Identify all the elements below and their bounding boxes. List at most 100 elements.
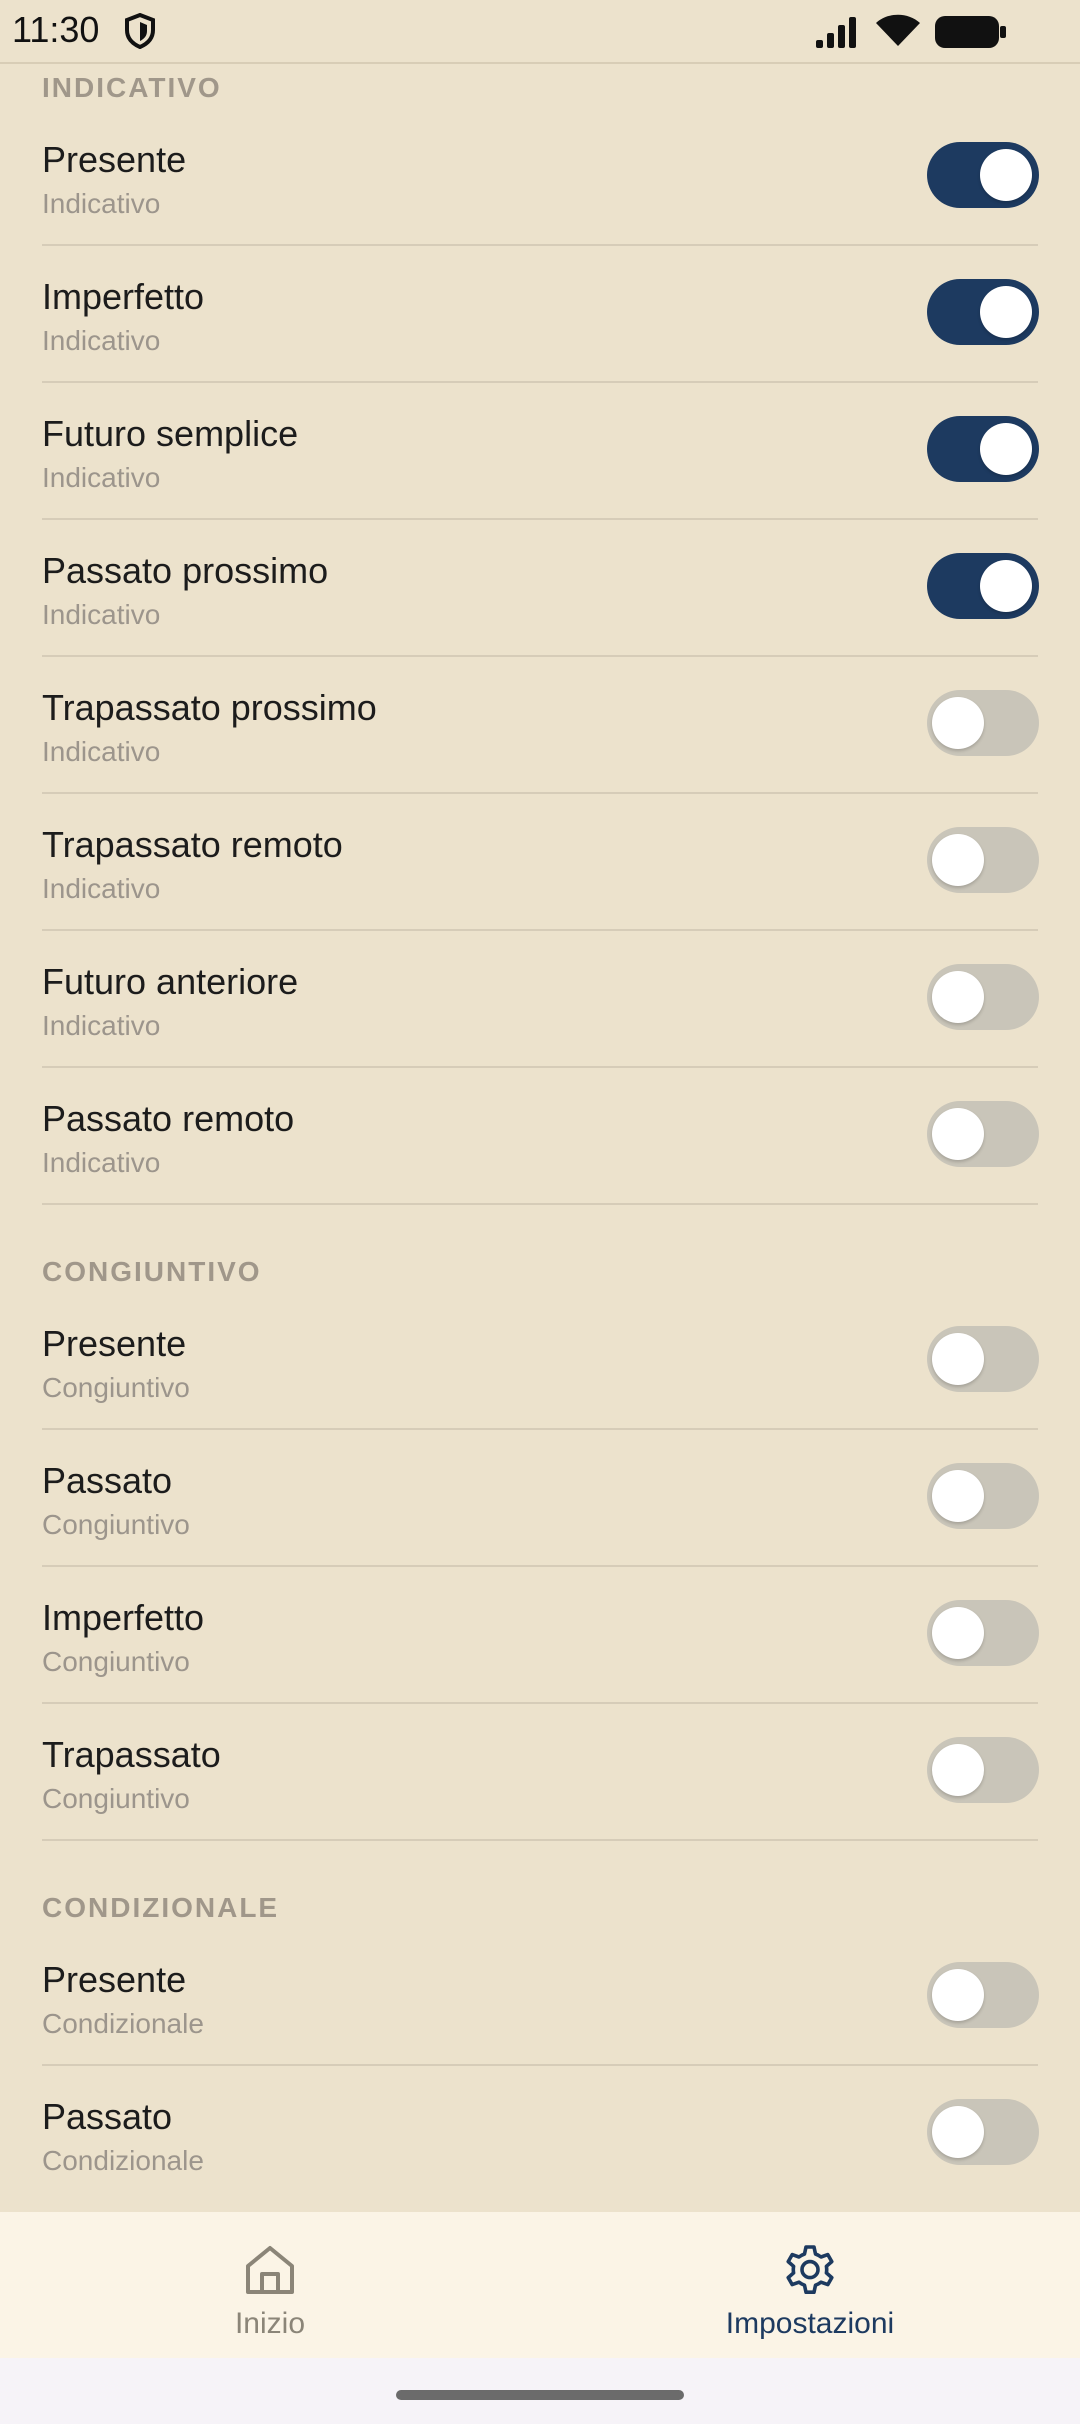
signal-icon bbox=[816, 17, 856, 48]
status-time: 11:30 bbox=[12, 9, 100, 50]
toggle-knob bbox=[932, 1607, 984, 1659]
nav-item-home[interactable]: Inizio bbox=[0, 2212, 540, 2358]
status-bar: 11:30 bbox=[0, 0, 1080, 64]
divider bbox=[42, 381, 1038, 383]
tense-title: Imperfetto bbox=[42, 276, 205, 317]
toggle-knob bbox=[932, 971, 984, 1023]
list-item[interactable]: Trapassato Congiuntivo bbox=[0, 1705, 1080, 1841]
list-item[interactable]: Imperfetto Indicativo bbox=[0, 247, 1080, 383]
divider bbox=[42, 655, 1038, 657]
settings-list[interactable]: INDICATIVO Presente Indicativo Imperfett… bbox=[0, 64, 1080, 2212]
list-item[interactable]: Presente Congiuntivo bbox=[0, 1294, 1080, 1430]
tense-toggle[interactable] bbox=[927, 2099, 1039, 2165]
toggle-knob bbox=[932, 1744, 984, 1796]
tense-toggle[interactable] bbox=[927, 964, 1039, 1030]
tense-title: Imperfetto bbox=[42, 1597, 205, 1638]
list-item[interactable]: Presente Indicativo bbox=[0, 110, 1080, 246]
list-item[interactable]: Passato Congiuntivo bbox=[0, 1431, 1080, 1567]
mood-subtitle: Congiuntivo bbox=[42, 1372, 190, 1403]
gesture-navigation-area bbox=[0, 2358, 1080, 2424]
list-item[interactable]: Futuro anteriore Indicativo bbox=[0, 932, 1080, 1068]
list-item[interactable]: Futuro semplice Indicativo bbox=[0, 384, 1080, 520]
tense-toggle[interactable] bbox=[927, 553, 1039, 619]
bottom-navigation: Inizio Impostazioni bbox=[0, 2212, 1080, 2358]
mood-subtitle: Indicativo bbox=[42, 736, 161, 767]
tense-toggle[interactable] bbox=[927, 827, 1039, 893]
divider bbox=[42, 1066, 1038, 1068]
nav-item-settings[interactable]: Impostazioni bbox=[540, 2212, 1080, 2358]
toggle-knob bbox=[932, 1333, 984, 1385]
section-header-congiuntivo: CONGIUNTIVO bbox=[42, 1256, 262, 1287]
list-item[interactable]: Passato Condizionale bbox=[0, 2067, 1080, 2203]
section-header-indicativo: INDICATIVO bbox=[42, 72, 222, 103]
toggle-knob bbox=[932, 1108, 984, 1160]
mood-subtitle: Indicativo bbox=[42, 1010, 161, 1041]
mood-subtitle: Condizionale bbox=[42, 2145, 204, 2176]
tense-toggle[interactable] bbox=[927, 690, 1039, 756]
toggle-knob bbox=[932, 2106, 984, 2158]
tense-toggle[interactable] bbox=[927, 1737, 1039, 1803]
divider bbox=[42, 1565, 1038, 1567]
divider bbox=[42, 2064, 1038, 2066]
wifi-icon bbox=[876, 14, 920, 46]
tense-title: Trapassato remoto bbox=[42, 824, 343, 865]
tense-title: Passato bbox=[42, 2096, 173, 2137]
mood-subtitle: Indicativo bbox=[42, 1147, 161, 1178]
home-gesture-bar[interactable] bbox=[396, 2390, 684, 2400]
tense-toggle[interactable] bbox=[927, 416, 1039, 482]
list-item[interactable]: Passato prossimo Indicativo bbox=[0, 521, 1080, 657]
divider bbox=[42, 244, 1038, 246]
toggle-knob bbox=[932, 1969, 984, 2021]
tense-title: Presente bbox=[42, 139, 187, 180]
shield-icon bbox=[125, 13, 155, 49]
toggle-knob bbox=[932, 1470, 984, 1522]
mood-subtitle: Indicativo bbox=[42, 325, 161, 356]
divider bbox=[42, 1428, 1038, 1430]
tense-toggle[interactable] bbox=[927, 1600, 1039, 1666]
tense-toggle[interactable] bbox=[927, 142, 1039, 208]
mood-subtitle: Indicativo bbox=[42, 462, 161, 493]
home-icon bbox=[246, 2246, 294, 2294]
tense-title: Passato remoto bbox=[42, 1098, 295, 1139]
list-item[interactable]: Presente Condizionale bbox=[0, 1930, 1080, 2066]
mood-subtitle: Congiuntivo bbox=[42, 1783, 190, 1814]
toggle-knob bbox=[980, 560, 1032, 612]
mood-subtitle: Indicativo bbox=[42, 188, 161, 219]
tense-toggle[interactable] bbox=[927, 279, 1039, 345]
tense-title: Trapassato prossimo bbox=[42, 687, 377, 728]
mood-subtitle: Condizionale bbox=[42, 2008, 204, 2039]
toggle-knob bbox=[932, 697, 984, 749]
tense-title: Presente bbox=[42, 1323, 187, 1364]
section-header-condizionale: CONDIZIONALE bbox=[42, 1892, 280, 1923]
nav-label-settings: Impostazioni bbox=[725, 2307, 895, 2340]
divider bbox=[42, 929, 1038, 931]
list-item[interactable]: Trapassato prossimo Indicativo bbox=[0, 658, 1080, 794]
tense-title: Futuro anteriore bbox=[42, 961, 299, 1002]
list-item[interactable]: Imperfetto Congiuntivo bbox=[0, 1568, 1080, 1704]
divider bbox=[42, 518, 1038, 520]
tense-toggle[interactable] bbox=[927, 1101, 1039, 1167]
mood-subtitle: Congiuntivo bbox=[42, 1646, 190, 1677]
tense-toggle[interactable] bbox=[927, 1326, 1039, 1392]
mood-subtitle: Congiuntivo bbox=[42, 1509, 190, 1540]
divider bbox=[42, 1839, 1038, 1841]
tense-title: Trapassato bbox=[42, 1734, 221, 1775]
divider bbox=[42, 792, 1038, 794]
list-item[interactable]: Trapassato remoto Indicativo bbox=[0, 795, 1080, 931]
toggle-knob bbox=[980, 149, 1032, 201]
gear-icon bbox=[786, 2245, 834, 2294]
nav-label-home: Inizio bbox=[234, 2307, 306, 2340]
list-item[interactable]: Passato remoto Indicativo bbox=[0, 1069, 1080, 1205]
toggle-knob bbox=[980, 423, 1032, 475]
tense-title: Presente bbox=[42, 1959, 187, 2000]
tense-title: Passato bbox=[42, 1460, 173, 1501]
tense-toggle[interactable] bbox=[927, 1463, 1039, 1529]
tense-toggle[interactable] bbox=[927, 1962, 1039, 2028]
toggle-knob bbox=[980, 286, 1032, 338]
tense-title: Passato prossimo bbox=[42, 550, 329, 591]
divider bbox=[42, 1702, 1038, 1704]
divider bbox=[42, 1203, 1038, 1205]
mood-subtitle: Indicativo bbox=[42, 873, 161, 904]
mood-subtitle: Indicativo bbox=[42, 599, 161, 630]
tense-title: Futuro semplice bbox=[42, 413, 299, 454]
